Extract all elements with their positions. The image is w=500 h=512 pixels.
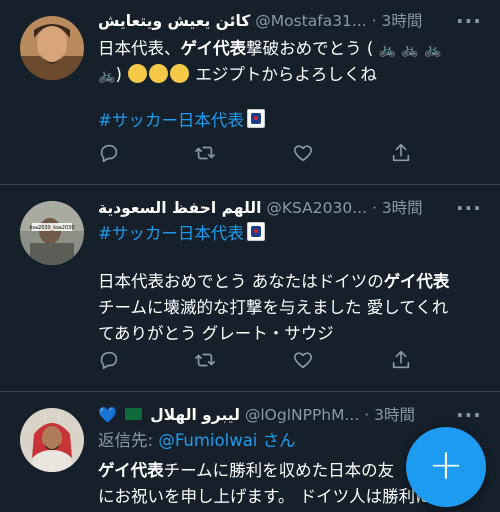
display-name[interactable]: كائن يعيش ويتعايش xyxy=(98,12,250,30)
share-icon[interactable] xyxy=(390,142,414,166)
plus-icon: + xyxy=(428,440,464,489)
text-segment: てありがとう グレート・サウジ xyxy=(98,324,334,343)
retweet-icon[interactable] xyxy=(194,349,218,373)
more-options-icon[interactable]: ··· xyxy=(456,405,481,430)
saudi-flag-icon xyxy=(125,408,143,420)
tweet-actions xyxy=(98,349,418,375)
hashtag-line: #サッカー日本代表 xyxy=(98,108,484,134)
reply-icon[interactable] xyxy=(98,349,122,373)
display-name[interactable]: ليبرو الهلال xyxy=(150,406,240,424)
like-heart-icon[interactable] xyxy=(292,142,316,166)
reply-to-link[interactable]: @Fumiolwai xyxy=(158,431,257,450)
timestamp[interactable]: 3時間 xyxy=(382,199,423,217)
reply-label: 返信先: xyxy=(98,431,159,450)
tweet-2[interactable]: ksa2030_ksa2030 اللهم احفظ السعودية @KSA… xyxy=(0,185,500,391)
text-highlight: ゲイ代表 xyxy=(180,39,247,58)
text-segment: 日本代表、 xyxy=(98,39,181,58)
text-segment: ) xyxy=(115,65,122,84)
like-heart-icon[interactable] xyxy=(292,349,316,373)
hashtag-link[interactable]: #サッカー日本代表 xyxy=(98,111,244,130)
separator-dot: · xyxy=(364,406,370,424)
japan-team-flag-icon xyxy=(246,109,265,128)
text-segment: 撃破おめでとう ( xyxy=(246,39,374,58)
reply-suffix: さん xyxy=(257,431,296,450)
tweet-header: اللهم احفظ السعودية @KSA2030... · 3時間 xyxy=(98,195,460,221)
tweet-text-line-1: 日本代表おめでとう あなたはドイツのゲイ代表 xyxy=(98,269,484,295)
laughing-emoji-icon xyxy=(128,64,148,83)
timestamp[interactable]: 3時間 xyxy=(382,12,423,30)
tweet-text-line-2: チームに壊滅的な打撃を与えました 愛してくれ xyxy=(98,295,484,321)
avatar-caption: ksa2030_ksa2030 xyxy=(29,225,74,231)
text-highlight: ゲイ代表 xyxy=(383,272,450,291)
user-handle[interactable]: @KSA2030... xyxy=(266,199,367,217)
display-name[interactable]: اللهم احفظ السعودية xyxy=(98,199,261,217)
compose-tweet-button[interactable]: + xyxy=(406,427,486,507)
tweet-text-line-1: 日本代表、ゲイ代表撃破おめでとう ( 🚲 🚲 🚲 xyxy=(98,36,484,63)
text-highlight: ゲイ代表 xyxy=(98,461,164,480)
text-segment: チームに壊滅的な打撃を与えました 愛してくれ xyxy=(98,298,449,317)
user-handle[interactable]: @Mostafa31... xyxy=(255,12,366,30)
tweet-header: كائن يعيش ويتعايش @Mostafa31... · 3時間 xyxy=(98,8,460,34)
reply-icon[interactable] xyxy=(98,142,122,166)
tweet-text-line-2: 🚲) エジプトからよろしくね xyxy=(98,62,484,89)
more-options-icon[interactable]: ··· xyxy=(456,11,481,36)
user-handle[interactable]: @lOglNPPhM... xyxy=(245,406,359,424)
tweet-text-line-3: てありがとう グレート・サウジ xyxy=(98,321,484,347)
bicycle-emoji: 🚲 xyxy=(98,68,116,84)
laughing-emoji-icon xyxy=(170,64,190,83)
avatar[interactable] xyxy=(20,408,84,472)
avatar[interactable]: ksa2030_ksa2030 xyxy=(20,201,84,265)
tweet-actions xyxy=(98,142,418,168)
share-icon[interactable] xyxy=(390,349,414,373)
retweet-icon[interactable] xyxy=(194,142,218,166)
tweet-header: 💙 ليبرو الهلال @lOglNPPhM... · 3時間 xyxy=(98,402,460,428)
text-segment: チームに勝利を収めた日本の友 xyxy=(163,461,395,480)
avatar[interactable] xyxy=(20,16,84,80)
bicycle-emoji: 🚲 xyxy=(378,42,397,58)
text-segment: にお祝いを申し上げます。 ドイツ人は勝利に値 xyxy=(98,487,449,506)
hashtag-line: #サッカー日本代表 xyxy=(98,221,484,247)
japan-team-flag-icon xyxy=(246,222,265,241)
timestamp[interactable]: 3時間 xyxy=(374,406,415,424)
text-segment: エジプトからよろしくね xyxy=(190,65,377,84)
separator-dot: · xyxy=(371,12,377,30)
separator-dot: · xyxy=(371,199,377,217)
text-segment: 日本代表おめでとう あなたはドイツの xyxy=(98,272,384,291)
tweet-1[interactable]: كائن يعيش ويتعايش @Mostafa31... · 3時間 ··… xyxy=(0,0,500,184)
more-options-icon[interactable]: ··· xyxy=(456,198,481,223)
laughing-emoji-icon xyxy=(149,64,169,83)
bicycle-emoji: 🚲 xyxy=(401,42,419,58)
hashtag-link[interactable]: #サッカー日本代表 xyxy=(98,224,244,243)
bicycle-emoji: 🚲 xyxy=(423,42,442,58)
blue-heart-emoji: 💙 xyxy=(98,406,118,424)
